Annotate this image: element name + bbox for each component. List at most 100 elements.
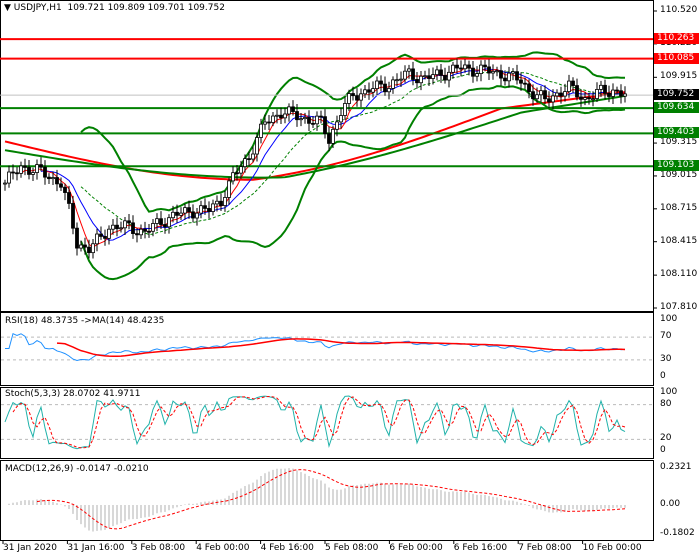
stoch-title: Stoch(5,3,3) 28.0702 41.9711: [5, 389, 141, 399]
level-price-tag: 109.103: [654, 160, 699, 172]
candle-body: [271, 115, 275, 123]
candle-body: [195, 212, 199, 219]
candle-body: [523, 82, 527, 85]
candle-body: [27, 167, 31, 175]
price-tick-label: 109.915: [660, 71, 698, 82]
candle-body: [75, 227, 79, 249]
stoch-tick-label: 100: [660, 387, 678, 397]
candle-body: [563, 91, 567, 97]
candle-body: [143, 228, 147, 232]
candle-body: [127, 220, 131, 224]
level-price-tag: 109.403: [654, 127, 699, 139]
candle-body: [315, 115, 319, 125]
candle-body: [375, 80, 379, 90]
level-price-tag: 110.263: [654, 33, 699, 45]
collapse-triangle-icon[interactable]: ▼: [4, 3, 11, 13]
candle-body: [487, 66, 491, 74]
candle-body: [35, 164, 39, 173]
candle-body: [111, 224, 115, 230]
candle-body: [167, 217, 171, 228]
candle-body: [571, 80, 575, 86]
candle-body: [447, 71, 451, 81]
candle-body: [607, 92, 611, 97]
candle-body: [43, 166, 47, 178]
candle-body: [107, 228, 111, 239]
candle-body: [123, 220, 127, 229]
symbol-label: USDJPY,H1: [13, 3, 62, 13]
time-axis-label: 6 Feb 00:00: [389, 543, 443, 553]
time-axis-label: 3 Feb 08:00: [131, 543, 186, 553]
candle-body: [99, 233, 103, 237]
candle-body: [279, 114, 283, 119]
candle-body: [295, 111, 299, 121]
macd-tick-label: 0.00: [660, 499, 681, 509]
candle-body: [443, 74, 447, 81]
candle-body: [483, 64, 487, 68]
candle-body: [23, 165, 27, 168]
price-tick-label: 107.810: [660, 302, 698, 312]
candle-body: [139, 228, 143, 236]
price-tick-label: 108.715: [660, 202, 698, 213]
candle-body: [575, 85, 579, 98]
candle-body: [155, 218, 159, 224]
candle-body: [439, 69, 443, 76]
ohlc-values: 109.721 109.809 109.701 109.752: [67, 3, 225, 13]
candle-body: [171, 211, 175, 219]
candle-body: [255, 137, 259, 155]
stoch-tick-label: 0: [660, 445, 666, 455]
candle-body: [615, 89, 619, 92]
candle-body: [147, 230, 151, 233]
stoch-main-line: [4, 395, 626, 450]
candle-body: [535, 94, 539, 100]
candle-body: [463, 64, 467, 70]
candle-body: [71, 203, 75, 229]
candle-body: [175, 211, 179, 216]
candle-body: [559, 92, 563, 97]
candle-body: [343, 103, 347, 116]
rsi-tick-label: 30: [660, 353, 672, 364]
rsi-ma-line: [56, 338, 626, 358]
candle-body: [471, 67, 475, 77]
candle-body: [387, 88, 391, 93]
candle-body: [467, 64, 471, 69]
candle-body: [275, 114, 279, 117]
candle-body: [227, 180, 231, 198]
candle-body: [603, 84, 607, 94]
candle-body: [263, 121, 267, 125]
price-tick-label: 109.315: [660, 137, 698, 148]
candle-body: [399, 78, 403, 81]
candle-body: [555, 92, 559, 97]
current-price-tag: 109.752: [654, 89, 699, 101]
candle-body: [67, 192, 71, 204]
time-axis-label: 31 Jan 2020: [3, 543, 57, 553]
candle-body: [163, 224, 167, 228]
candle-body: [207, 208, 211, 212]
stoch-tick-label: 20: [660, 433, 672, 444]
time-axis-label: 4 Feb 16:00: [260, 543, 314, 553]
candle-body: [251, 153, 255, 160]
candle-body: [503, 77, 507, 82]
candle-body: [539, 90, 543, 96]
candle-body: [11, 171, 15, 174]
candle-body: [327, 133, 331, 144]
candle-body: [551, 95, 555, 103]
time-axis-label: 31 Jan 16:00: [67, 543, 125, 553]
candle-body: [243, 158, 247, 168]
level-price-tag: 110.085: [654, 52, 699, 64]
candle-body: [379, 80, 383, 85]
time-axis-label: 4 Feb 00:00: [196, 543, 250, 553]
candle-body: [411, 68, 415, 80]
candle-body: [83, 244, 87, 248]
candle-body: [311, 122, 315, 125]
level-price-tag: 109.634: [654, 102, 699, 114]
candle-body: [355, 95, 359, 101]
candle-body: [219, 200, 223, 206]
candle-body: [7, 171, 11, 184]
candle-body: [459, 67, 463, 70]
candle-body: [543, 90, 547, 100]
rsi-tick-label: 70: [660, 331, 672, 342]
candle-body: [435, 69, 439, 76]
candle-body: [403, 70, 407, 80]
time-axis-label: 5 Feb 08:00: [325, 543, 379, 553]
candle-body: [475, 73, 479, 77]
